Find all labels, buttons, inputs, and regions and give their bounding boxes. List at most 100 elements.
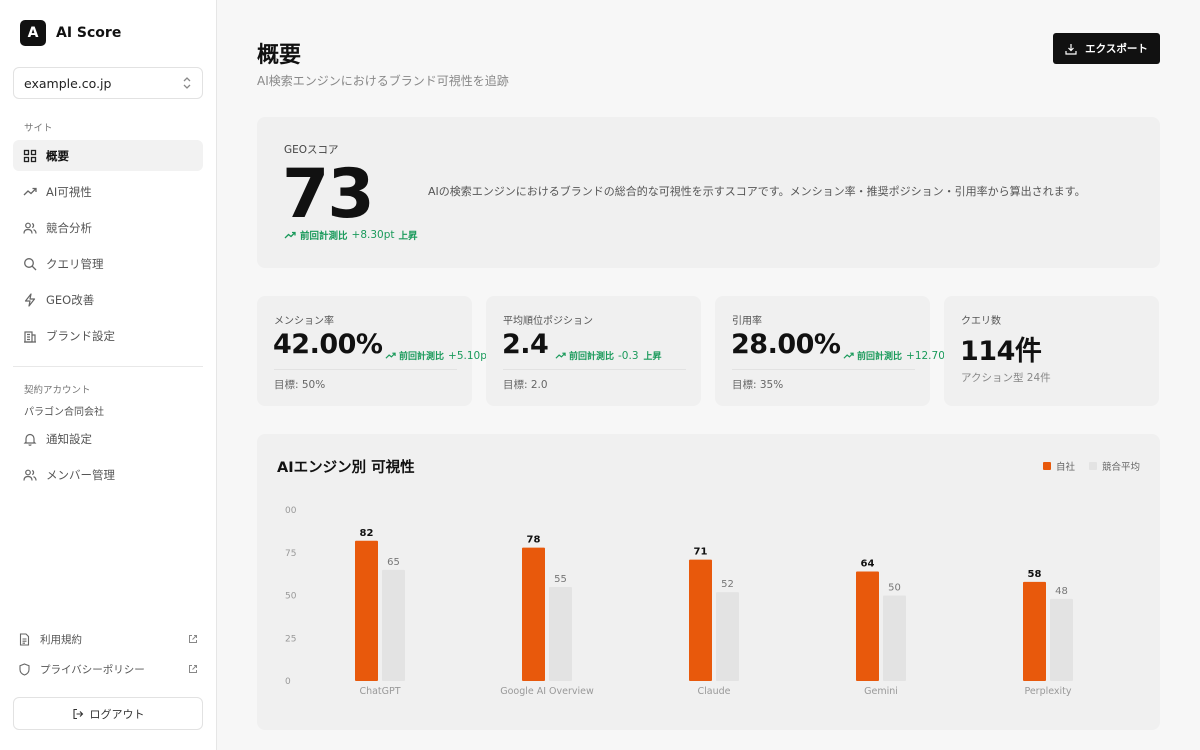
- sidebar-item-members[interactable]: メンバー管理: [13, 459, 203, 490]
- grid-icon: [23, 149, 37, 162]
- trend-icon: [23, 187, 37, 195]
- bar-competitor: [549, 586, 572, 681]
- data-label-own: 71: [694, 547, 708, 558]
- site-select-value: example.co.jp: [24, 75, 112, 91]
- metric-value: 2.4: [502, 329, 549, 360]
- users-icon: [23, 469, 37, 481]
- users-icon: [23, 222, 37, 234]
- change-prefix: 前回計測比: [300, 231, 348, 242]
- privacy-link[interactable]: プライバシーポリシー: [18, 658, 198, 680]
- change-prefix: 前回計測比: [569, 352, 615, 362]
- metric-target: 目標: 50%: [274, 379, 326, 391]
- sidebar-item-label: ブランド設定: [46, 328, 115, 343]
- geo-score-value: 73: [282, 155, 375, 234]
- x-tick-label: Google AI Overview: [500, 686, 594, 697]
- data-label-competitor: 55: [554, 574, 567, 585]
- metric-card-avg-position: 平均順位ポジション 2.4 前回計測比 -0.3 上昇 目標: 2.0: [486, 296, 701, 406]
- legend-item-competitor: 競合平均: [1088, 459, 1140, 473]
- bar-competitor: [1050, 598, 1073, 681]
- metric-divider: [732, 369, 915, 370]
- logout-label: ログアウト: [89, 707, 145, 721]
- data-label-competitor: 48: [1055, 586, 1068, 597]
- data-label-own: 82: [360, 528, 374, 539]
- sidebar-item-overview[interactable]: 概要: [13, 140, 203, 171]
- data-label-own: 78: [527, 535, 541, 546]
- external-link-icon: [189, 635, 197, 643]
- download-icon: [1065, 43, 1077, 55]
- legend-swatch-own: [1042, 462, 1051, 470]
- geo-score-card: GEOスコア 73 前回計測比 +8.30pt 上昇 AIの検索エンジンにおける…: [257, 117, 1160, 268]
- legend-swatch-competitor: [1088, 462, 1097, 470]
- sidebar-item-geo[interactable]: GEO改善: [13, 284, 203, 315]
- section-label-site: サイト: [24, 123, 53, 134]
- terms-link[interactable]: 利用規約: [18, 628, 198, 650]
- sidebar-item-brand[interactable]: ブランド設定: [13, 320, 203, 351]
- metric-note: アクション型 24件: [961, 372, 1051, 384]
- y-tick-label: 00: [285, 506, 297, 516]
- export-label: エクスポート: [1085, 43, 1148, 55]
- change-direction: 上昇: [643, 352, 662, 362]
- logout-button[interactable]: ログアウト: [13, 697, 203, 730]
- sidebar-item-competitor[interactable]: 競合分析: [13, 212, 203, 243]
- logout-icon: [72, 708, 83, 719]
- chart-legend: 自社 競合平均: [1029, 459, 1140, 473]
- metric-divider: [274, 369, 457, 370]
- geo-score-description: AIの検索エンジンにおけるブランドの総合的な可視性を示すスコアです。メンション率…: [428, 185, 1086, 198]
- metric-label: 平均順位ポジション: [503, 316, 593, 327]
- bar-competitor: [382, 569, 405, 681]
- x-tick-label: Gemini: [864, 686, 898, 697]
- change-value: -0.3: [618, 349, 639, 362]
- sidebar-item-query[interactable]: クエリ管理: [13, 248, 203, 279]
- sidebar-item-label: 概要: [46, 148, 69, 163]
- site-select[interactable]: example.co.jp: [13, 67, 203, 99]
- y-tick-label: 25: [285, 634, 296, 644]
- y-tick-label: 50: [285, 592, 297, 602]
- document-icon: [19, 632, 30, 646]
- metric-change: 前回計測比 +5.10pt: [385, 349, 491, 362]
- export-button[interactable]: エクスポート: [1053, 33, 1160, 64]
- terms-link-label: 利用規約: [40, 633, 82, 646]
- change-value: +5.10pt: [448, 349, 491, 362]
- metric-change: 前回計測比 -0.3 上昇: [555, 349, 662, 362]
- metric-change: 前回計測比 +12.70p: [843, 349, 952, 362]
- data-label-competitor: 52: [721, 579, 734, 590]
- sidebar-divider: [13, 366, 203, 367]
- metric-label: クエリ数: [961, 316, 1001, 327]
- sidebar-item-label: 競合分析: [46, 220, 92, 235]
- metric-divider: [503, 369, 686, 370]
- external-link-icon: [189, 665, 197, 673]
- change-value: +8.30pt: [351, 229, 395, 241]
- brand[interactable]: A AI Score: [20, 20, 121, 46]
- legend-item-own: 自社: [1042, 459, 1075, 473]
- sidebar-item-label: メンバー管理: [46, 467, 115, 482]
- metric-value: 28.00%: [731, 329, 841, 360]
- sidebar-item-label: AI可視性: [46, 184, 92, 199]
- bar-own: [689, 559, 712, 681]
- trend-up-icon: [284, 231, 296, 239]
- section-label-account: 契約アカウント: [24, 385, 91, 396]
- y-tick-label: 0: [285, 677, 291, 687]
- metric-target: 目標: 2.0: [503, 379, 548, 391]
- sidebar-item-notifications[interactable]: 通知設定: [13, 423, 203, 454]
- data-label-own: 64: [861, 559, 875, 570]
- legend-label-own: 自社: [1055, 462, 1075, 473]
- metric-value: 114件: [960, 336, 1042, 367]
- bar-own: [522, 547, 545, 681]
- bolt-icon: [24, 292, 36, 307]
- engine-visibility-chart: 0 25 50 75 00 82 65 ChatGPT 78 55 Google AI Overvi…: [285, 506, 1073, 697]
- data-label-competitor: 50: [888, 583, 901, 594]
- shield-icon: [19, 662, 30, 676]
- x-tick-label: Perplexity: [1024, 686, 1071, 697]
- sidebar-item-label: GEO改善: [46, 292, 95, 307]
- metric-card-mention-rate: メンション率 42.00% 前回計測比 +5.10pt 目標: 50%: [257, 296, 491, 406]
- brand-name: AI Score: [56, 25, 122, 41]
- metric-target: 目標: 35%: [732, 379, 784, 391]
- trend-up-icon: [555, 352, 566, 359]
- bar-competitor: [883, 595, 906, 681]
- privacy-link-label: プライバシーポリシー: [40, 663, 145, 676]
- bar-own: [355, 540, 378, 681]
- bell-icon: [23, 433, 37, 446]
- brand-logo: A: [20, 20, 46, 46]
- sidebar-item-ai-visibility[interactable]: AI可視性: [13, 176, 203, 207]
- search-icon: [24, 257, 37, 270]
